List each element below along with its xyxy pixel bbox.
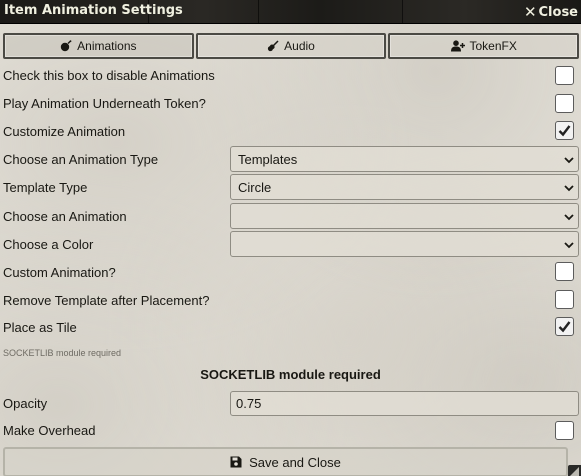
tab-label: Audio	[284, 39, 315, 53]
place-as-tile-label: Place as Tile	[3, 320, 77, 335]
customize-animation-label: Customize Animation	[3, 124, 126, 139]
animation-select[interactable]	[230, 203, 579, 229]
opacity-label: Opacity	[3, 396, 48, 411]
below-token-label: Play Animation Underneath Token?	[3, 96, 206, 111]
place-as-tile-checkbox[interactable]	[555, 317, 574, 336]
save-icon	[230, 456, 242, 468]
custom-animation-label: Custom Animation?	[3, 265, 116, 280]
animation-label: Choose an Animation	[3, 209, 127, 224]
chevron-down-icon	[564, 214, 574, 221]
header-seam	[258, 0, 259, 24]
opacity-input[interactable]: 0.75	[230, 391, 579, 416]
save-label: Save and Close	[249, 454, 341, 470]
remove-template-label: Remove Template after Placement?	[3, 293, 210, 308]
tab-label: TokenFX	[469, 39, 517, 53]
close-icon: ✕	[523, 2, 537, 21]
select-value: Circle	[238, 179, 272, 195]
checkmark-icon	[558, 321, 571, 333]
below-token-checkbox[interactable]	[555, 94, 574, 113]
socketlib-notice: SOCKETLIB module required	[200, 367, 381, 382]
animation-type-label: Choose an Animation Type	[3, 152, 159, 167]
header-seam	[402, 0, 403, 24]
template-type-label: Template Type	[3, 180, 88, 195]
opacity-value: 0.75	[236, 396, 262, 411]
chevron-down-icon	[564, 157, 574, 164]
checkmark-icon	[558, 125, 571, 137]
chevron-down-icon	[564, 185, 574, 192]
close-button[interactable]: ✕ Close	[524, 2, 578, 22]
disable-animations-checkbox[interactable]	[555, 66, 574, 85]
tab-audio[interactable]: Audio	[195, 33, 387, 59]
make-overhead-label: Make Overhead	[3, 423, 96, 438]
bomb-icon	[60, 40, 72, 52]
window-header[interactable]: Item Animation Settings ✕ Close	[0, 0, 581, 24]
custom-animation-checkbox[interactable]	[555, 262, 574, 281]
make-overhead-checkbox[interactable]	[555, 421, 574, 440]
disable-animations-label: Check this box to disable Animations	[3, 68, 215, 83]
save-and-close-button[interactable]: Save and Close	[3, 447, 568, 476]
template-type-select[interactable]: Circle	[230, 174, 579, 200]
tab-tokenfx[interactable]: TokenFX	[388, 33, 580, 59]
remove-template-checkbox[interactable]	[555, 290, 574, 309]
customize-animation-checkbox[interactable]	[555, 121, 574, 140]
resize-handle[interactable]	[568, 465, 581, 476]
tab-bar: Animations Audio TokenFX	[3, 33, 580, 59]
window-title: Item Animation Settings	[4, 3, 183, 18]
close-label: Close	[538, 4, 578, 20]
resize-icon	[570, 467, 579, 476]
chevron-down-icon	[564, 242, 574, 249]
select-value: Templates	[238, 151, 298, 167]
tab-animations[interactable]: Animations	[3, 33, 194, 59]
socketlib-hint: SOCKETLIB module required	[3, 348, 122, 358]
user-plus-icon	[450, 40, 465, 52]
tab-label: Animations	[77, 39, 137, 53]
animation-type-select[interactable]: Templates	[230, 146, 579, 172]
guitar-icon	[268, 40, 279, 52]
color-label: Choose a Color	[3, 237, 94, 252]
color-select[interactable]	[230, 231, 579, 257]
